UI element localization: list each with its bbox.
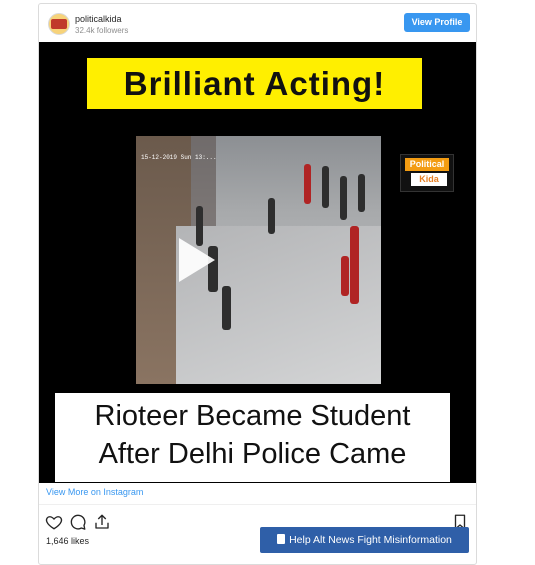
bottom-caption-banner: Rioteer Became Student After Delhi Polic… [55,393,450,482]
video-media[interactable]: Brilliant Acting! 15-12-2019 Sun 13:... … [39,42,476,483]
caption-line-2: After Delhi Police Came [98,438,407,470]
view-profile-button[interactable]: View Profile [404,13,470,32]
play-icon[interactable] [179,238,215,282]
person-figure [304,164,311,204]
person-figure [341,256,349,296]
document-icon [277,534,286,544]
person-figure [340,176,347,220]
divider [39,504,476,505]
comment-icon[interactable] [69,513,87,531]
person-figure [358,174,365,212]
watermark-text-top: Political [405,158,449,171]
like-count: 1,646 likes [46,536,90,546]
person-figure [268,198,275,234]
username[interactable]: politicalkida [75,14,122,24]
view-more-link[interactable]: View More on Instagram [46,487,143,497]
post-header: politicalkida 32.4k followers View Profi… [39,4,476,42]
cctv-footage-frame: 15-12-2019 Sun 13:... [136,136,381,384]
heart-icon[interactable] [45,513,63,531]
share-icon[interactable] [93,513,111,531]
person-figure [222,286,231,330]
help-alt-news-button[interactable]: Help Alt News Fight Misinformation [260,527,469,553]
person-figure [350,226,359,304]
instagram-embed-card: politicalkida 32.4k followers View Profi… [38,3,477,565]
follower-count: 32.4k followers [75,26,129,35]
political-kida-watermark: Political Kida [400,154,454,192]
avatar-logo [51,19,67,29]
top-caption-banner: Brilliant Acting! [87,58,422,109]
avatar[interactable] [48,13,70,35]
person-figure [322,166,329,208]
caption-line-1: Rioteer Became Student [94,400,411,432]
help-button-label: Help Alt News Fight Misinformation [289,534,452,546]
watermark-text-bottom: Kida [411,173,447,186]
cctv-timestamp: 15-12-2019 Sun 13:... [141,154,217,161]
